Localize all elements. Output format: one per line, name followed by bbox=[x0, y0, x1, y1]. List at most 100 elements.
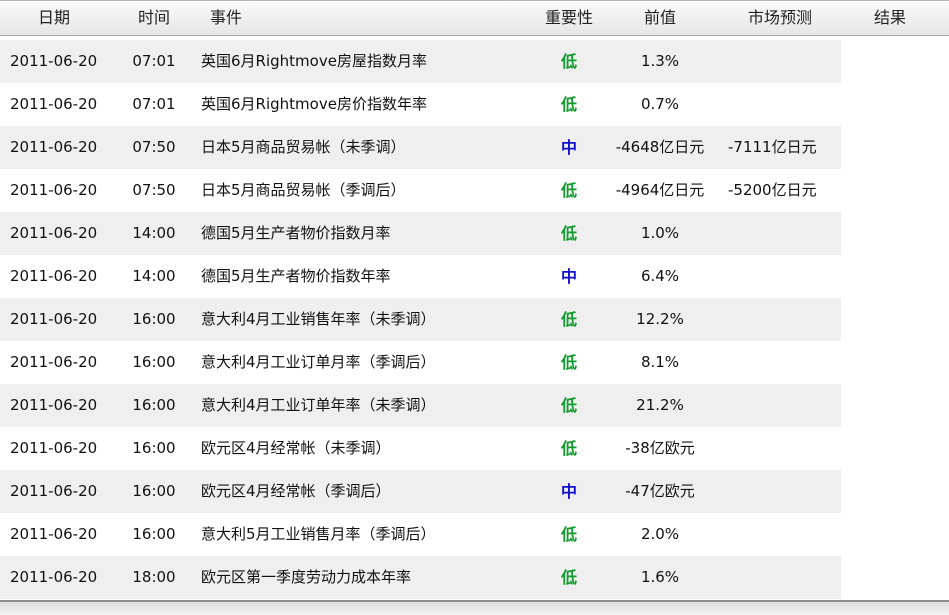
row-time: 18:00 bbox=[132, 568, 176, 586]
row-previous: 12.2% bbox=[636, 310, 684, 328]
row-date: 2011-06-20 bbox=[10, 482, 98, 500]
table-row[interactable]: 2011-06-20 18:00 欧元区第一季度劳动力成本年率 低 1.6% bbox=[0, 556, 841, 599]
row-time: 16:00 bbox=[132, 353, 176, 371]
row-forecast bbox=[728, 83, 838, 126]
row-previous: 6.4% bbox=[640, 267, 680, 285]
header-forecast[interactable]: 市场预测 bbox=[730, 1, 830, 35]
row-date: 2011-06-20 bbox=[10, 439, 98, 457]
row-date: 2011-06-20 bbox=[10, 396, 98, 414]
row-previous: -47亿欧元 bbox=[625, 482, 695, 500]
row-importance: 低 bbox=[560, 439, 577, 458]
row-previous: 0.7% bbox=[640, 95, 680, 113]
row-previous: 2.0% bbox=[640, 525, 680, 543]
row-time: 07:50 bbox=[132, 181, 176, 199]
row-forecast bbox=[728, 470, 838, 513]
row-date: 2011-06-20 bbox=[10, 310, 98, 328]
table-row[interactable]: 2011-06-20 14:00 德国5月生产者物价指数年率 中 6.4% bbox=[0, 255, 841, 298]
row-forecast bbox=[728, 341, 838, 384]
table-row[interactable]: 2011-06-20 16:00 意大利5月工业销售月率（季调后） 低 2.0% bbox=[0, 513, 841, 556]
row-importance: 低 bbox=[560, 525, 577, 544]
row-event: 德国5月生产者物价指数年率 bbox=[201, 267, 391, 285]
row-importance: 低 bbox=[560, 181, 577, 200]
row-time: 07:01 bbox=[132, 52, 176, 70]
header-previous[interactable]: 前值 bbox=[620, 1, 700, 35]
economic-calendar-table: 日期 时间 事件 重要性 前值 市场预测 结果 2011-06-20 07:01 英… bbox=[0, 0, 949, 615]
table-row[interactable]: 2011-06-20 07:01 英国6月Rightmove房价指数年率 低 0.7% bbox=[0, 83, 841, 126]
row-event: 意大利5月工业销售月率（季调后） bbox=[201, 525, 436, 543]
row-time: 16:00 bbox=[132, 482, 176, 500]
table-row[interactable]: 2011-06-20 07:01 英国6月Rightmove房屋指数月率 低 1.3% bbox=[0, 40, 841, 83]
row-previous: 1.6% bbox=[640, 568, 680, 586]
row-date: 2011-06-20 bbox=[10, 568, 98, 586]
row-date: 2011-06-20 bbox=[10, 52, 98, 70]
table-row[interactable]: 2011-06-20 16:00 欧元区4月经常帐（季调后） 中 -47亿欧元 bbox=[0, 470, 841, 513]
table-row[interactable]: 2011-06-20 07:50 日本5月商品贸易帐（未季调） 中 -4648亿日元 -7… bbox=[0, 126, 841, 169]
scroll-area-shade bbox=[0, 602, 949, 615]
row-importance: 低 bbox=[560, 353, 577, 372]
header-time[interactable]: 时间 bbox=[124, 1, 184, 35]
table-row[interactable]: 2011-06-20 16:00 意大利4月工业订单月率（季调后） 低 8.1% bbox=[0, 341, 841, 384]
row-event: 意大利4月工业销售年率（未季调） bbox=[201, 310, 436, 328]
table-body: 2011-06-20 07:01 英国6月Rightmove房屋指数月率低 1.3% 2… bbox=[0, 40, 841, 599]
row-forecast bbox=[728, 298, 838, 341]
row-forecast bbox=[728, 255, 838, 298]
row-previous: -4964亿日元 bbox=[615, 181, 705, 199]
row-forecast bbox=[728, 556, 838, 599]
row-importance: 低 bbox=[560, 224, 577, 243]
row-event: 意大利4月工业订单年率（未季调） bbox=[201, 396, 436, 414]
table-row[interactable]: 2011-06-20 07:50 日本5月商品贸易帐（季调后） 低 -4964亿日元 -5… bbox=[0, 169, 841, 212]
row-time: 16:00 bbox=[132, 396, 176, 414]
row-date: 2011-06-20 bbox=[10, 267, 98, 285]
row-previous: 21.2% bbox=[636, 396, 684, 414]
header-importance[interactable]: 重要性 bbox=[530, 1, 608, 35]
row-time: 14:00 bbox=[132, 224, 176, 242]
row-event: 欧元区第一季度劳动力成本年率 bbox=[201, 568, 412, 586]
table-row[interactable]: 2011-06-20 16:00 意大利4月工业订单年率（未季调） 低 21.2% bbox=[0, 384, 841, 427]
row-previous: 1.3% bbox=[640, 52, 680, 70]
table-row[interactable]: 2011-06-20 16:00 欧元区4月经常帐（未季调） 低 -38亿欧元 bbox=[0, 427, 841, 470]
row-importance: 低 bbox=[560, 568, 577, 587]
row-importance: 低 bbox=[560, 310, 577, 329]
table-row[interactable]: 2011-06-20 16:00 意大利4月工业销售年率（未季调） 低 12.2% bbox=[0, 298, 841, 341]
row-forecast bbox=[728, 384, 838, 427]
row-event: 德国5月生产者物价指数月率 bbox=[201, 224, 391, 242]
row-importance: 中 bbox=[560, 267, 577, 286]
header-date[interactable]: 日期 bbox=[14, 1, 94, 35]
row-importance: 低 bbox=[560, 95, 577, 114]
row-date: 2011-06-20 bbox=[10, 525, 98, 543]
row-time: 16:00 bbox=[132, 310, 176, 328]
row-previous: -4648亿日元 bbox=[615, 138, 705, 156]
row-date: 2011-06-20 bbox=[10, 95, 98, 113]
row-date: 2011-06-20 bbox=[10, 138, 98, 156]
table-header: 日期 时间 事件 重要性 前值 市场预测 结果 bbox=[0, 0, 949, 36]
row-time: 14:00 bbox=[132, 267, 176, 285]
header-result[interactable]: 结果 bbox=[850, 1, 930, 35]
row-event: 欧元区4月经常帐（未季调） bbox=[201, 439, 391, 457]
row-importance: 中 bbox=[560, 482, 577, 501]
header-event[interactable]: 事件 bbox=[196, 1, 256, 35]
row-forecast: -5200亿日元 bbox=[728, 181, 817, 199]
table-row[interactable]: 2011-06-20 14:00 德国5月生产者物价指数月率 低 1.0% bbox=[0, 212, 841, 255]
row-event: 英国6月Rightmove房价指数年率 bbox=[201, 95, 427, 113]
row-time: 16:00 bbox=[132, 439, 176, 457]
row-event: 英国6月Rightmove房屋指数月率 bbox=[201, 52, 427, 70]
row-date: 2011-06-20 bbox=[10, 353, 98, 371]
row-importance: 中 bbox=[560, 138, 577, 157]
row-time: 07:01 bbox=[132, 95, 176, 113]
row-forecast: -7111亿日元 bbox=[728, 138, 817, 156]
row-forecast bbox=[728, 212, 838, 255]
row-event: 欧元区4月经常帐（季调后） bbox=[201, 482, 391, 500]
row-forecast bbox=[728, 40, 838, 83]
row-event: 意大利4月工业订单月率（季调后） bbox=[201, 353, 436, 371]
row-forecast bbox=[728, 513, 838, 556]
row-previous: -38亿欧元 bbox=[625, 439, 695, 457]
row-event: 日本5月商品贸易帐（季调后） bbox=[201, 181, 406, 199]
row-time: 16:00 bbox=[132, 525, 176, 543]
row-previous: 8.1% bbox=[640, 353, 680, 371]
row-event: 日本5月商品贸易帐（未季调） bbox=[201, 138, 406, 156]
row-time: 07:50 bbox=[132, 138, 176, 156]
row-importance: 低 bbox=[560, 396, 577, 415]
row-importance: 低 bbox=[560, 52, 577, 71]
row-date: 2011-06-20 bbox=[10, 224, 98, 242]
row-date: 2011-06-20 bbox=[10, 181, 98, 199]
